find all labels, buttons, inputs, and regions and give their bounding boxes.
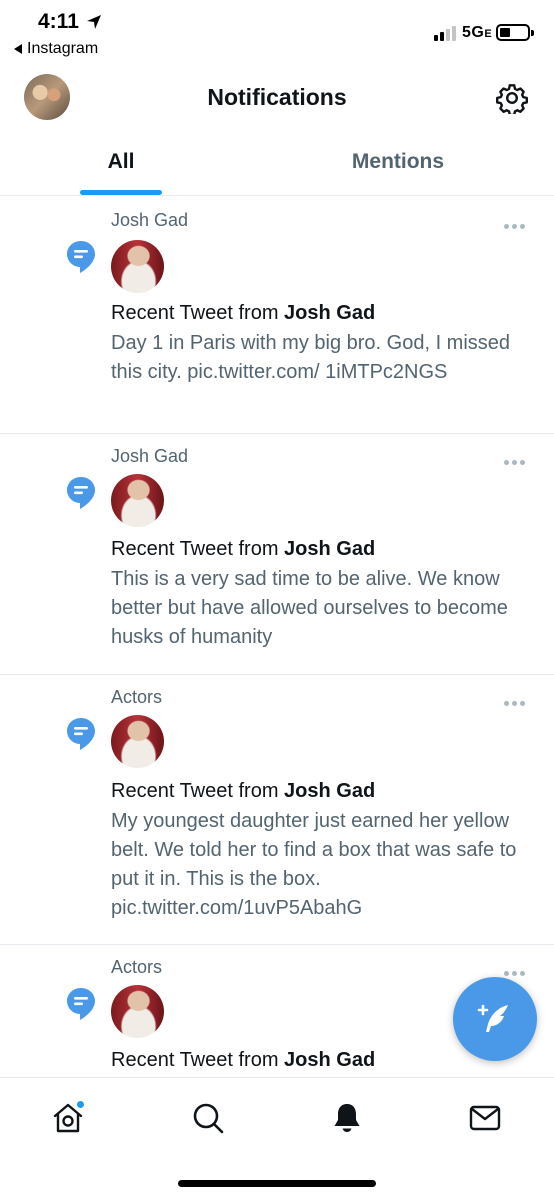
notification-headline: Recent Tweet from Josh Gad xyxy=(111,302,375,325)
compose-tweet-icon xyxy=(477,1004,508,1032)
more-options-icon[interactable] xyxy=(504,224,525,229)
network-type: 5GE xyxy=(462,24,492,42)
notification-tabs: All Mentions xyxy=(0,138,554,196)
mail-icon xyxy=(469,1105,501,1131)
network-label: 5G xyxy=(462,24,485,41)
home-indicator xyxy=(178,1180,376,1187)
nav-home[interactable] xyxy=(48,1098,88,1138)
tweet-text: Day 1 in Paris with my big bro. God, I m… xyxy=(111,332,511,383)
more-options-icon[interactable] xyxy=(504,460,525,465)
notification-headline: Recent Tweet from Josh Gad xyxy=(111,538,375,561)
headline-prefix: Recent Tweet from xyxy=(111,538,285,560)
headline-prefix: Recent Tweet from xyxy=(111,780,285,802)
notification-list: Josh Gad Recent Tweet from Josh Gad Day … xyxy=(0,196,554,1078)
tweet-notification-icon xyxy=(67,241,95,273)
unread-badge xyxy=(76,1100,85,1109)
notification-headline: Recent Tweet from Josh Gad xyxy=(111,1049,375,1072)
tab-mentions[interactable]: Mentions xyxy=(242,138,554,196)
avatar[interactable] xyxy=(111,985,164,1038)
nav-notifications[interactable] xyxy=(327,1098,367,1138)
notification-source: Josh Gad xyxy=(111,446,189,466)
nav-messages[interactable] xyxy=(465,1098,505,1138)
author-name[interactable]: Josh Gad xyxy=(284,1049,375,1071)
selected-tab-indicator xyxy=(80,190,162,195)
tab-all[interactable]: All xyxy=(0,138,242,196)
nav-search[interactable] xyxy=(188,1098,228,1138)
more-options-icon[interactable] xyxy=(504,971,525,976)
notification-headline: Recent Tweet from Josh Gad xyxy=(111,780,375,803)
network-suffix: E xyxy=(484,28,493,40)
status-bar: 4:11 Instagram 5GE xyxy=(0,0,554,66)
back-app-label: Instagram xyxy=(27,40,99,57)
page-title: Notifications xyxy=(207,84,347,110)
cellular-signal-icon xyxy=(434,26,456,41)
status-time: 4:11 xyxy=(38,10,79,33)
notification-source: Josh Gad xyxy=(111,210,189,230)
author-name[interactable]: Josh Gad xyxy=(284,302,375,324)
notification-source: Actors xyxy=(111,957,163,977)
author-name[interactable]: Josh Gad xyxy=(284,780,375,802)
tweet-text: My youngest daughter just earned her yel… xyxy=(111,810,517,919)
list-item[interactable]: Josh Gad Recent Tweet from Josh Gad Day … xyxy=(0,196,554,434)
tweet-notification-icon xyxy=(67,988,95,1020)
location-arrow-icon xyxy=(87,15,101,29)
search-icon xyxy=(193,1103,224,1134)
header: Notifications xyxy=(0,66,554,130)
gear-icon[interactable] xyxy=(496,82,528,114)
avatar[interactable] xyxy=(111,715,164,768)
notification-source: Actors xyxy=(111,687,163,707)
headline-prefix: Recent Tweet from xyxy=(111,302,285,324)
headline-prefix: Recent Tweet from xyxy=(111,1049,285,1071)
avatar[interactable] xyxy=(111,240,164,293)
more-options-icon[interactable] xyxy=(504,701,525,706)
tweet-text: This is a very sad time to be alive. We … xyxy=(111,568,508,648)
avatar[interactable] xyxy=(111,474,164,527)
back-to-app-link[interactable]: Instagram xyxy=(14,40,98,58)
list-item[interactable]: Actors Recent Tweet from Josh Gad My you… xyxy=(0,675,554,945)
tweet-notification-icon xyxy=(67,718,95,750)
battery-icon xyxy=(496,24,534,41)
tweet-notification-icon xyxy=(67,477,95,509)
compose-tweet-button[interactable] xyxy=(453,977,537,1061)
bell-icon xyxy=(334,1104,360,1132)
author-name[interactable]: Josh Gad xyxy=(284,538,375,560)
back-arrow-icon xyxy=(14,44,22,54)
list-item[interactable]: Josh Gad Recent Tweet from Josh Gad This… xyxy=(0,434,554,675)
